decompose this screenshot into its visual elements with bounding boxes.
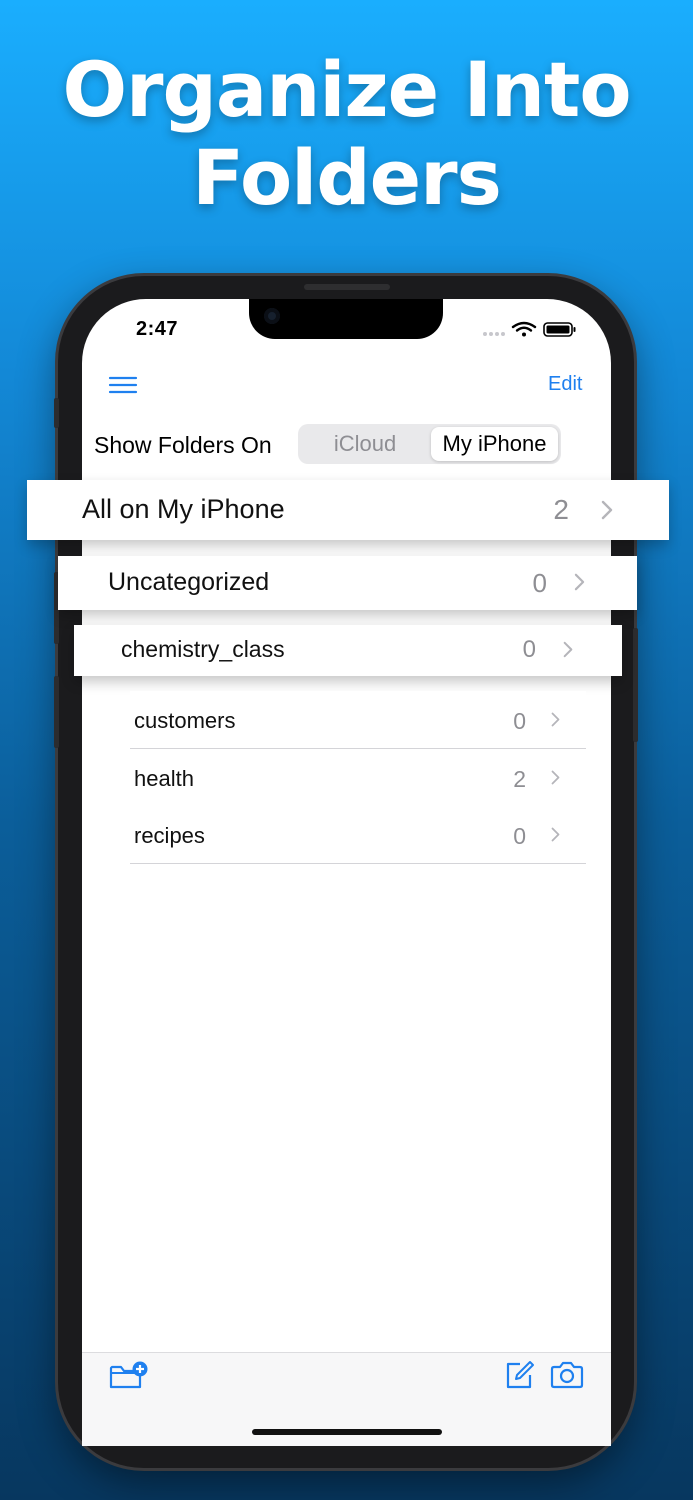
front-camera [264,308,280,324]
mute-switch [54,398,59,428]
source-segmented-control: iCloud My iPhone [298,424,561,464]
folder-name: health [134,766,194,791]
new-folder-icon[interactable] [108,1360,148,1390]
chevron-right-icon [563,641,573,658]
folder-name: recipes [134,823,205,848]
status-icons [483,321,576,337]
chevron-right-icon [551,712,560,727]
home-indicator [252,1429,442,1435]
segment-icloud[interactable]: iCloud [301,427,429,461]
folder-count: 0 [522,636,536,663]
menu-icon[interactable] [108,375,138,395]
camera-icon[interactable] [549,1361,585,1389]
signal-icon [483,332,505,336]
battery-icon [543,322,576,337]
chevron-right-icon [574,573,585,591]
folder-name: Uncategorized [108,568,270,596]
folder-row-all-on-my-iphone[interactable]: All on My iPhone 2 [27,480,669,540]
folder-name: All on My iPhone [82,494,285,524]
chevron-right-icon [551,770,560,785]
folder-row-chemistry-class[interactable]: chemistry_class 0 [74,625,622,676]
folder-row-uncategorized[interactable]: Uncategorized 0 [58,556,637,610]
power-button [633,628,638,742]
folder-row-health[interactable]: health 2 [130,749,586,807]
folder-row-customers[interactable]: customers 0 [130,691,586,749]
folder-count: 0 [513,708,526,734]
folder-count: 2 [553,494,569,525]
chevron-right-icon [601,500,613,520]
speaker-grill [304,284,390,290]
status-time: 2:47 [136,318,179,340]
segment-my-iphone[interactable]: My iPhone [431,427,558,461]
headline: Organize Into Folders [0,46,693,222]
folder-count: 2 [513,766,526,792]
headline-line-1: Organize Into [62,45,631,134]
edit-button[interactable]: Edit [548,373,582,396]
folder-count: 0 [532,568,547,598]
headline-line-2: Folders [192,133,502,222]
folder-name: customers [134,708,236,733]
wifi-icon [511,321,537,332]
show-folders-label: Show Folders On [94,432,272,458]
folder-row-recipes[interactable]: recipes 0 [130,806,586,864]
folder-name: chemistry_class [121,636,285,662]
volume-down-button [54,676,59,748]
chevron-right-icon [551,827,560,842]
phone-screen [82,299,611,1445]
compose-icon[interactable] [504,1360,536,1390]
folder-count: 0 [513,823,526,849]
